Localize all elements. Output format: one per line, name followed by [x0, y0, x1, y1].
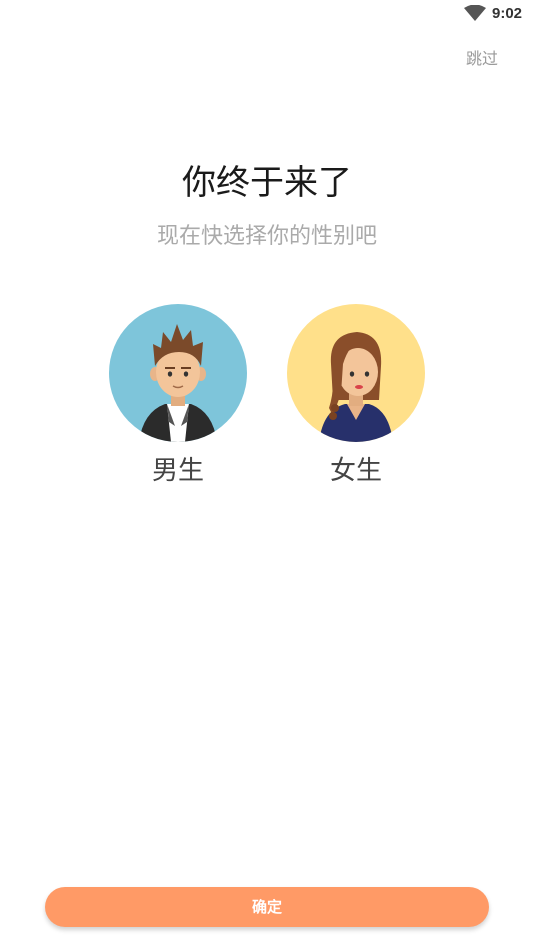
confirm-button[interactable]: 确定	[45, 887, 489, 927]
female-label: 女生	[329, 456, 382, 486]
male-avatar-icon	[109, 304, 247, 442]
page-title: 你终于来了	[182, 163, 352, 203]
status-bar: 9:02	[0, 0, 534, 30]
status-time: 9:02	[492, 5, 523, 22]
skip-button[interactable]: 跳过	[466, 45, 498, 69]
wifi-icon	[464, 5, 486, 21]
male-option[interactable]: 男生	[109, 304, 247, 487]
page-subtitle: 现在快选择你的性别吧	[156, 224, 377, 249]
female-option[interactable]: 女生	[287, 304, 425, 487]
male-label: 男生	[151, 456, 204, 486]
female-avatar-icon	[287, 304, 425, 442]
